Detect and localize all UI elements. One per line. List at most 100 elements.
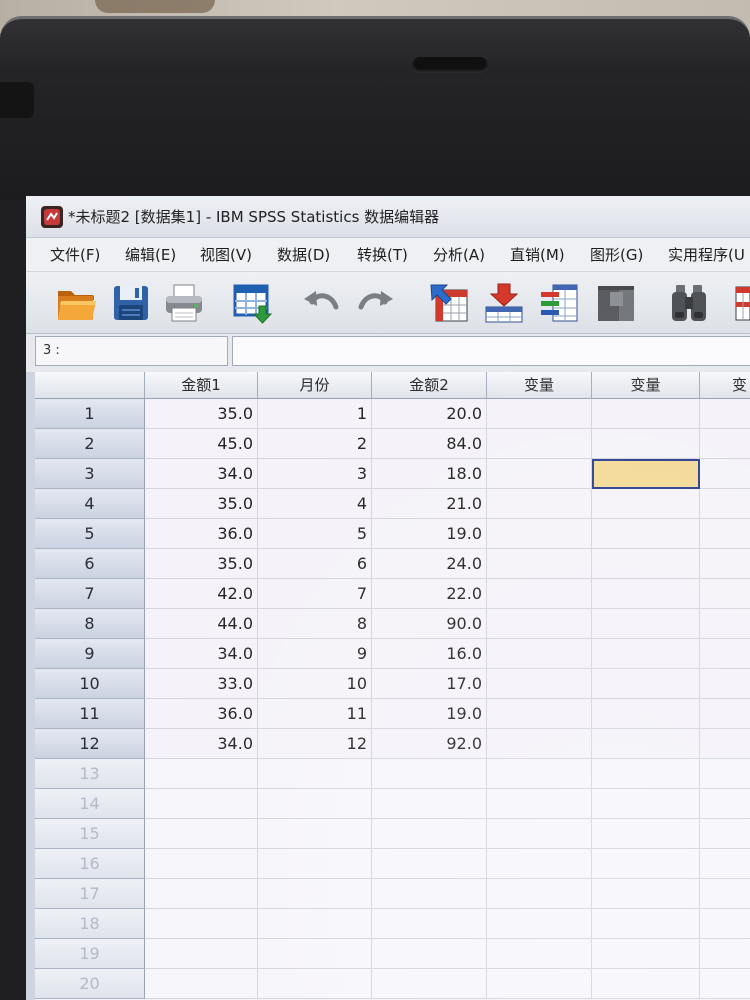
data-cell[interactable] — [487, 609, 592, 639]
data-cell[interactable] — [592, 849, 700, 879]
data-cell[interactable]: 84.0 — [372, 429, 487, 459]
menu-edit[interactable]: 编辑(E) — [125, 246, 176, 264]
data-cell[interactable] — [145, 879, 258, 909]
data-cell[interactable]: 35.0 — [145, 549, 258, 579]
data-cell[interactable] — [592, 579, 700, 609]
data-cell[interactable]: 20.0 — [372, 399, 487, 429]
row-header[interactable]: 5 — [35, 519, 145, 549]
data-cell[interactable] — [258, 789, 372, 819]
selected-cell[interactable] — [592, 459, 700, 489]
data-cell[interactable] — [700, 969, 750, 999]
data-cell[interactable] — [487, 459, 592, 489]
data-cell[interactable] — [145, 939, 258, 969]
data-cell[interactable] — [592, 969, 700, 999]
data-cell[interactable]: 19.0 — [372, 699, 487, 729]
data-cell[interactable] — [372, 969, 487, 999]
row-header[interactable]: 4 — [35, 489, 145, 519]
data-cell[interactable] — [700, 759, 750, 789]
go-to-case-button[interactable] — [428, 282, 470, 324]
row-header[interactable]: 17 — [35, 879, 145, 909]
data-cell[interactable] — [592, 729, 700, 759]
data-cell[interactable] — [700, 819, 750, 849]
data-cell[interactable] — [700, 519, 750, 549]
data-cell[interactable] — [700, 429, 750, 459]
data-cell[interactable] — [372, 939, 487, 969]
data-cell[interactable] — [258, 819, 372, 849]
data-cell[interactable]: 6 — [258, 549, 372, 579]
data-cell[interactable]: 16.0 — [372, 639, 487, 669]
data-cell[interactable] — [372, 789, 487, 819]
data-cell[interactable]: 21.0 — [372, 489, 487, 519]
row-header[interactable]: 13 — [35, 759, 145, 789]
redo-button[interactable] — [355, 282, 397, 324]
descriptive-statistics-button[interactable] — [595, 282, 637, 324]
data-cell[interactable] — [592, 489, 700, 519]
data-cell[interactable] — [487, 849, 592, 879]
menu-view[interactable]: 视图(V) — [200, 246, 252, 264]
variables-button[interactable] — [538, 282, 580, 324]
open-button[interactable] — [55, 282, 97, 324]
data-cell[interactable] — [487, 759, 592, 789]
row-header[interactable]: 2 — [35, 429, 145, 459]
row-header[interactable]: 16 — [35, 849, 145, 879]
menu-file[interactable]: 文件(F) — [50, 246, 100, 264]
data-cell[interactable] — [700, 609, 750, 639]
data-cell[interactable] — [487, 399, 592, 429]
data-cell[interactable]: 8 — [258, 609, 372, 639]
data-cell[interactable] — [700, 579, 750, 609]
data-cell[interactable]: 7 — [258, 579, 372, 609]
data-cell[interactable] — [487, 489, 592, 519]
data-cell[interactable]: 36.0 — [145, 699, 258, 729]
menu-utilities[interactable]: 实用程序(U — [668, 246, 745, 264]
data-cell[interactable]: 11 — [258, 699, 372, 729]
menu-direct-marketing[interactable]: 直销(M) — [510, 246, 565, 264]
row-header[interactable]: 12 — [35, 729, 145, 759]
data-cell[interactable] — [487, 429, 592, 459]
data-cell[interactable] — [487, 789, 592, 819]
data-cell[interactable] — [592, 699, 700, 729]
data-cell[interactable] — [258, 849, 372, 879]
data-cell[interactable]: 44.0 — [145, 609, 258, 639]
spss-app-icon[interactable] — [40, 205, 64, 229]
menu-transform[interactable]: 转换(T) — [357, 246, 408, 264]
data-cell[interactable]: 2 — [258, 429, 372, 459]
data-cell[interactable] — [592, 549, 700, 579]
data-cell[interactable]: 36.0 — [145, 519, 258, 549]
data-cell[interactable] — [487, 639, 592, 669]
row-header[interactable]: 1 — [35, 399, 145, 429]
data-cell[interactable] — [487, 519, 592, 549]
go-to-variable-button[interactable] — [483, 282, 525, 324]
row-header[interactable]: 6 — [35, 549, 145, 579]
data-cell[interactable] — [700, 849, 750, 879]
data-cell[interactable]: 19.0 — [372, 519, 487, 549]
data-cell[interactable] — [700, 699, 750, 729]
column-header-3[interactable]: 金额2 — [372, 372, 487, 399]
data-cell[interactable]: 17.0 — [372, 669, 487, 699]
cell-value-input[interactable] — [232, 336, 750, 366]
data-cell[interactable] — [592, 639, 700, 669]
row-header[interactable]: 18 — [35, 909, 145, 939]
data-cell[interactable] — [592, 399, 700, 429]
data-cell[interactable] — [592, 819, 700, 849]
data-cell[interactable]: 12 — [258, 729, 372, 759]
data-cell[interactable] — [372, 909, 487, 939]
column-header-4[interactable]: 变量 — [487, 372, 592, 399]
row-header[interactable]: 3 — [35, 459, 145, 489]
data-cell[interactable] — [487, 549, 592, 579]
data-cell[interactable] — [700, 669, 750, 699]
undo-button[interactable] — [300, 282, 342, 324]
data-cell[interactable]: 35.0 — [145, 489, 258, 519]
data-cell[interactable]: 90.0 — [372, 609, 487, 639]
row-header[interactable]: 9 — [35, 639, 145, 669]
data-cell[interactable]: 18.0 — [372, 459, 487, 489]
data-cell[interactable]: 34.0 — [145, 729, 258, 759]
data-cell[interactable] — [145, 909, 258, 939]
data-cell[interactable]: 3 — [258, 459, 372, 489]
row-header[interactable]: 10 — [35, 669, 145, 699]
data-cell[interactable] — [258, 759, 372, 789]
data-cell[interactable] — [700, 459, 750, 489]
data-cell[interactable] — [145, 789, 258, 819]
row-header[interactable]: 7 — [35, 579, 145, 609]
data-cell[interactable] — [145, 849, 258, 879]
data-cell[interactable] — [700, 879, 750, 909]
